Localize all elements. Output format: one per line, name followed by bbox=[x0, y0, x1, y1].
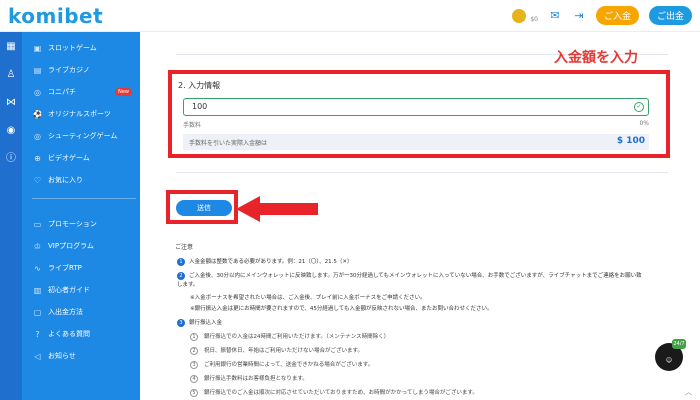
question-icon: ? bbox=[35, 329, 40, 339]
deposit-button[interactable]: ご入金 bbox=[595, 6, 639, 25]
chevron-up-icon[interactable]: ︿ bbox=[685, 387, 692, 397]
submit-button[interactable]: 送信 bbox=[176, 200, 232, 216]
coin-icon bbox=[512, 8, 527, 23]
sidebar-item-promotions[interactable]: ▭ プロモーション bbox=[32, 216, 136, 232]
balance: $0 bbox=[530, 16, 538, 23]
wallet-icon: ▢ bbox=[33, 307, 42, 317]
sidebar-item-sports[interactable]: ⚽ オリジナルスポーツ bbox=[32, 106, 136, 122]
sidebar-item-pachinko[interactable]: ◎ コニパチ New bbox=[32, 84, 136, 100]
target-icon: ◎ bbox=[34, 131, 41, 141]
pachinko-icon: ◎ bbox=[34, 87, 41, 97]
sidebar-item-slots[interactable]: ▣ スロットゲーム bbox=[32, 40, 136, 56]
sidebar-item-video-games[interactable]: ⊕ ビデオゲーム bbox=[32, 150, 136, 166]
check-icon: ✓ bbox=[634, 102, 644, 112]
new-badge: New bbox=[115, 88, 132, 96]
top-bar: komibet $0 ✉ ⇥ ご入金 ご出金 bbox=[0, 0, 700, 32]
gamepad-icon: ⊕ bbox=[34, 153, 41, 163]
flag-icon[interactable]: ◉ bbox=[4, 124, 18, 138]
actual-amount-value: $ 100 bbox=[616, 136, 645, 146]
casino-icon: ▤ bbox=[33, 65, 42, 75]
user-icon[interactable]: ♙ bbox=[4, 68, 18, 82]
info-icon[interactable]: ⓘ bbox=[4, 152, 18, 166]
note-item: 1 入金金額は整数である必要があります。例：21（〇）、21.5（✕） bbox=[177, 257, 353, 266]
icon-rail: ▦ ♙ ⋈ ◉ ⓘ bbox=[0, 32, 22, 400]
amount-input[interactable]: 100 ✓ bbox=[183, 98, 649, 116]
bank-note-item: 3 ご利用銀行の営業時間によって、送金できかねる場合がございます。 bbox=[190, 360, 373, 369]
fee-row: 手数料 0% bbox=[183, 120, 649, 132]
sidebar-item-news[interactable]: ◁ お知らせ bbox=[32, 348, 136, 364]
bank-note-item: 1 銀行振込での入金は24時間ご利用いただけます。（メンテナンス時間除く） bbox=[190, 332, 389, 341]
arrow-icon bbox=[236, 196, 318, 222]
slot-icon: ▣ bbox=[33, 43, 42, 53]
divider bbox=[176, 172, 668, 173]
logo[interactable]: komibet bbox=[8, 4, 103, 28]
top-actions: $0 ✉ ⇥ ご入金 ご出金 bbox=[512, 6, 692, 25]
heart-icon: ♡ bbox=[33, 175, 42, 185]
sidebar-item-guide[interactable]: ▥ 初心者ガイド bbox=[32, 282, 136, 298]
sidebar-divider bbox=[32, 198, 136, 199]
annotation-callout: 入金額を入力 bbox=[554, 50, 638, 66]
actual-amount-row: 手数料を引いた実際入金額は $ 100 bbox=[183, 134, 649, 150]
bank-note-item: 5 銀行振込でのご入金は順次に対応させていただいておりますため、お時間がかかってし… bbox=[190, 388, 478, 397]
sidebar-item-live-rtp[interactable]: ∿ ライブRTP bbox=[32, 260, 136, 276]
sidebar-item-vip[interactable]: ♔ VIPプログラム bbox=[32, 238, 136, 254]
bank-note-item: 2 祝日、振替休日、年始はご利用いただけない場合がございます。 bbox=[190, 346, 363, 355]
gift-icon: ▭ bbox=[33, 219, 42, 229]
note-item: ※入金ボーナスを希望されたい場合は、ご入金後、プレイ前に入金ボーナスをご申請くだ… bbox=[190, 295, 426, 301]
sidebar: ▣ スロットゲーム ▤ ライブカジノ ◎ コニパチ New ⚽ オリジナルスポーツ ◎ シュ… bbox=[22, 32, 140, 400]
amount-value: 100 bbox=[192, 102, 208, 111]
book-icon: ▥ bbox=[33, 285, 42, 295]
sidebar-item-faq[interactable]: ? よくある質問 bbox=[32, 326, 136, 342]
fee-label: 手数料 bbox=[183, 122, 202, 129]
sidebar-item-favorites[interactable]: ♡ お気に入り bbox=[32, 172, 136, 188]
section-title: 2. 入力情報 bbox=[178, 81, 221, 90]
share-icon[interactable]: ⋈ bbox=[4, 96, 18, 110]
sports-icon: ⚽ bbox=[32, 109, 43, 119]
chat-24-7-badge: 24/7 bbox=[672, 339, 686, 349]
sidebar-item-live-casino[interactable]: ▤ ライブカジノ bbox=[32, 62, 136, 78]
note-item: ※銀行振込入金は更にお時間が要されますので、45分経過しても入金額が反映されない… bbox=[190, 306, 493, 312]
fee-value: 0% bbox=[639, 120, 649, 127]
chart-icon: ∿ bbox=[34, 263, 41, 273]
megaphone-icon: ◁ bbox=[34, 351, 41, 361]
withdraw-button[interactable]: ご出金 bbox=[648, 6, 692, 25]
sidebar-item-payment-methods[interactable]: ▢ 入出金方法 bbox=[32, 304, 136, 320]
chat-icon: ☺ bbox=[665, 357, 673, 364]
note-item: 3 銀行振込入金 bbox=[177, 318, 222, 327]
bank-note-item: 4 銀行振込手数料はお客様負担となります。 bbox=[190, 374, 308, 383]
logout-icon[interactable]: ⇥ bbox=[572, 9, 586, 23]
crown-icon: ♔ bbox=[33, 241, 42, 251]
note-item: 2 ご入金後、30分以内にメインウォレットに反映致します。万が一30分経過してもメ… bbox=[177, 272, 642, 288]
actual-amount-label: 手数料を引いた実際入金額は bbox=[189, 140, 268, 147]
sidebar-item-shooting[interactable]: ◎ シューティングゲーム bbox=[32, 128, 136, 144]
mail-icon[interactable]: ✉ bbox=[548, 9, 562, 23]
grid-icon[interactable]: ▦ bbox=[4, 40, 18, 54]
notes-title: ご注意 bbox=[175, 244, 194, 251]
